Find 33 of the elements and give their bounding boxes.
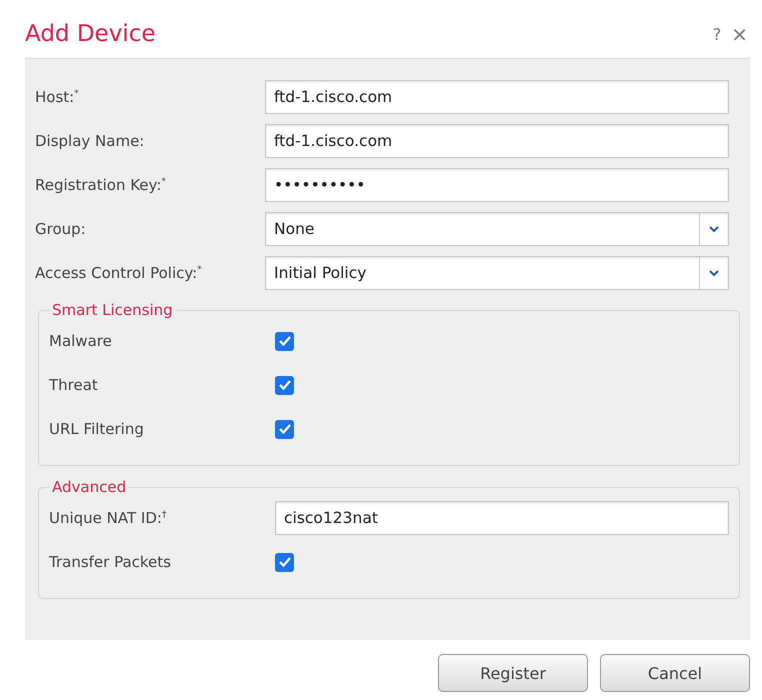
dialog-title: Add Device (25, 21, 156, 47)
field-label: Display Name: (35, 132, 146, 150)
help-button[interactable]: ? (710, 22, 724, 46)
dropdown[interactable]: Initial Policy (265, 256, 729, 290)
input-field[interactable]: ftd-1.cisco.com (265, 80, 729, 114)
field-label: Group: (35, 220, 87, 238)
dropdown[interactable]: None (265, 212, 729, 246)
checkbox[interactable] (275, 552, 294, 572)
checkmark-icon (278, 556, 292, 568)
chevron-down-icon (709, 270, 719, 276)
cancel-button[interactable]: Cancel (600, 654, 750, 692)
field-label: Registration Key:$^{*}$ (35, 176, 167, 194)
field-label: Threat (49, 376, 99, 394)
field-label: Host:$^{*}$ (35, 88, 80, 106)
input-field[interactable]: cisco123nat (275, 501, 729, 535)
field-label: Malware (49, 332, 113, 350)
close-button[interactable]: × (729, 22, 750, 46)
register-button[interactable]: Register (438, 654, 588, 692)
field-label: Unique NAT ID:$^{†}$ (49, 509, 168, 527)
input-field[interactable]: ftd-1.cisco.com (265, 124, 729, 158)
field-label: Access Control Policy:$^{*}$ (35, 264, 203, 282)
checkbox[interactable] (275, 420, 294, 438)
checkbox[interactable] (275, 332, 294, 350)
checkmark-icon (278, 423, 292, 435)
section-title: Smart Licensing (51, 301, 174, 319)
input-field[interactable]: •••••••••• (265, 168, 729, 202)
field-label: Transfer Packets (49, 553, 172, 571)
section-title: Advanced (51, 478, 128, 496)
chevron-down-icon (709, 226, 719, 232)
checkbox[interactable] (275, 376, 294, 394)
checkmark-icon (278, 335, 292, 347)
checkmark-icon (278, 379, 292, 391)
field-label: URL Filtering (49, 420, 145, 438)
